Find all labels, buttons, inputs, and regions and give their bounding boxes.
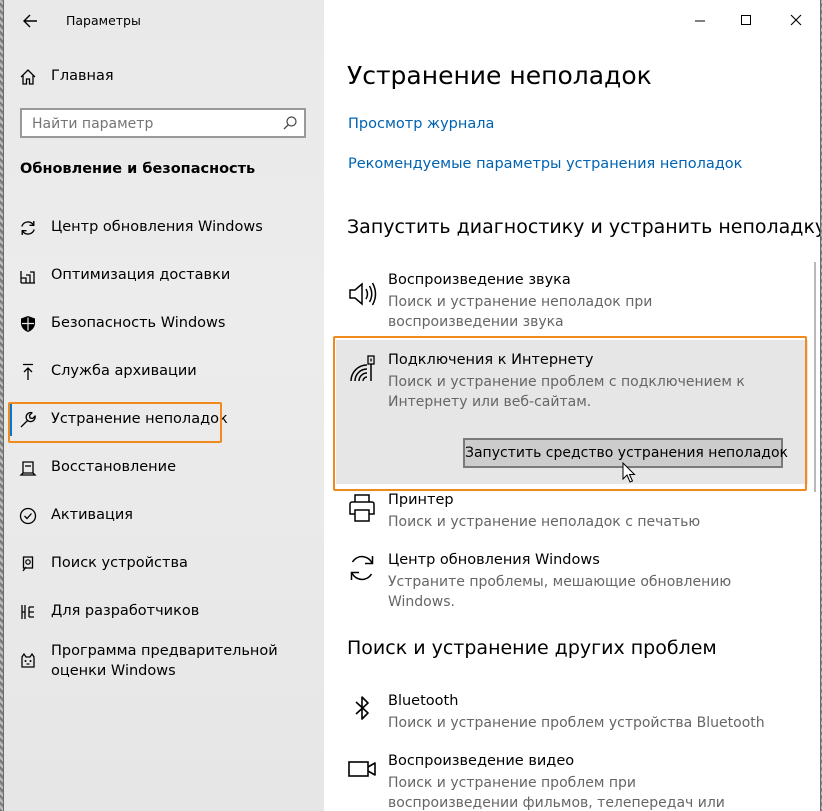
sidebar-home[interactable]: Главная	[4, 57, 324, 97]
troubleshooter-title: Центр обновления Windows	[388, 552, 600, 568]
sidebar-home-label: Главная	[51, 68, 114, 84]
printer-icon	[349, 494, 375, 522]
bluetooth-icon	[355, 696, 369, 720]
find-device-icon	[22, 556, 34, 572]
activation-check-icon	[19, 507, 37, 525]
scrollbar[interactable]	[814, 262, 816, 492]
troubleshooter-desc: Поиск и устранение проблем устройства Bl…	[388, 715, 765, 731]
recovery-icon	[19, 461, 37, 476]
troubleshooter-bluetooth[interactable]: Bluetooth Поиск и устранение проблем уст…	[344, 693, 814, 733]
sidebar-item-backup[interactable]: Служба архивации	[4, 352, 324, 392]
maximize-icon	[741, 15, 751, 25]
close-button[interactable]	[776, 6, 816, 36]
windows-update-icon	[350, 555, 374, 581]
sidebar-item-label: Оптимизация доставки	[51, 267, 231, 283]
sidebar-item-windows-security[interactable]: Безопасность Windows	[4, 304, 324, 344]
backup-arrow-icon	[23, 363, 33, 380]
troubleshooter-title: Воспроизведение звука	[388, 272, 571, 288]
sidebar-item-delivery-optimization[interactable]: Оптимизация доставки	[4, 256, 324, 296]
back-arrow-icon	[23, 14, 37, 28]
insider-cat-icon	[21, 652, 35, 668]
troubleshooter-video[interactable]: Воспроизведение видео Поиск и устранение…	[344, 753, 814, 811]
search-icon	[283, 116, 297, 130]
sidebar-item-label: Активация	[51, 507, 133, 523]
home-icon	[20, 69, 36, 85]
search-input[interactable]	[30, 113, 274, 135]
developer-icon	[21, 605, 34, 619]
troubleshooter-title: Bluetooth	[388, 693, 459, 709]
sidebar-item-developers[interactable]: Для разработчиков	[4, 592, 324, 632]
troubleshooter-sound[interactable]: Воспроизведение звука Поиск и устранение…	[344, 272, 814, 332]
sidebar-item-label: Для разработчиков	[51, 603, 200, 619]
main-content: Устранение неполадок Просмотр журнала Ре…	[324, 0, 820, 811]
highlight-troubleshoot	[8, 402, 222, 443]
section-title-run-diagnostics: Запустить диагностику и устранить непола…	[347, 216, 820, 238]
section-title-other-problems: Поиск и устранение других проблем	[347, 637, 717, 659]
refresh-icon	[21, 221, 35, 235]
delivery-optimization-icon	[20, 271, 35, 284]
troubleshooter-printer[interactable]: Принтер Поиск и устранение неполадок с п…	[344, 492, 814, 532]
troubleshooter-desc: Поиск и устранение неполадок с печатью	[388, 514, 701, 530]
sidebar-item-label: Служба архивации	[51, 363, 197, 379]
highlight-internet-troubleshooter	[333, 336, 807, 491]
minimize-icon	[695, 20, 705, 22]
troubleshooter-desc: Устраните проблемы, мешающие обновлению …	[388, 574, 732, 610]
troubleshooter-desc: Поиск и устранение проблем при воспроизв…	[388, 775, 725, 811]
sidebar-item-label: Центр обновления Windows	[51, 219, 263, 235]
close-icon	[790, 14, 802, 26]
search-box[interactable]	[20, 108, 306, 138]
link-recommended-settings[interactable]: Рекомендуемые параметры устранения непол…	[348, 156, 742, 172]
minimize-button[interactable]	[680, 6, 720, 36]
troubleshooter-windows-update[interactable]: Центр обновления Windows Устраните пробл…	[344, 552, 814, 610]
troubleshooter-title: Принтер	[388, 492, 454, 508]
section-title: Обновление и безопасность	[20, 161, 256, 177]
maximize-button[interactable]	[726, 6, 766, 36]
troubleshooter-desc: Поиск и устранение неполадок при воспрои…	[388, 294, 653, 330]
troubleshooter-title: Воспроизведение видео	[388, 753, 575, 769]
window-title: Параметры	[66, 13, 141, 28]
sidebar-item-label: Поиск устройства	[51, 555, 188, 571]
sidebar-item-recovery[interactable]: Восстановление	[4, 448, 324, 488]
link-view-history[interactable]: Просмотр журнала	[348, 116, 494, 132]
sidebar-item-windows-update[interactable]: Центр обновления Windows	[4, 208, 324, 248]
settings-window: Параметры Главная Обновление и безопасно…	[4, 0, 820, 811]
back-button[interactable]	[14, 6, 50, 36]
video-camera-icon	[348, 761, 376, 777]
sidebar-item-label: Восстановление	[51, 459, 177, 475]
sidebar-item-label: Безопасность Windows	[51, 315, 226, 331]
speaker-icon	[349, 282, 377, 306]
sidebar-item-activation[interactable]: Активация	[4, 496, 324, 536]
sidebar-item-label: Программа предварительной оценки Windows	[51, 643, 278, 679]
sidebar-item-insider[interactable]: Программа предварительной оценки Windows	[4, 640, 324, 684]
shield-icon	[21, 316, 35, 332]
page-title: Устранение неполадок	[347, 61, 652, 90]
sidebar-item-find-device[interactable]: Поиск устройства	[4, 544, 324, 584]
sidebar: Параметры Главная Обновление и безопасно…	[4, 0, 324, 811]
